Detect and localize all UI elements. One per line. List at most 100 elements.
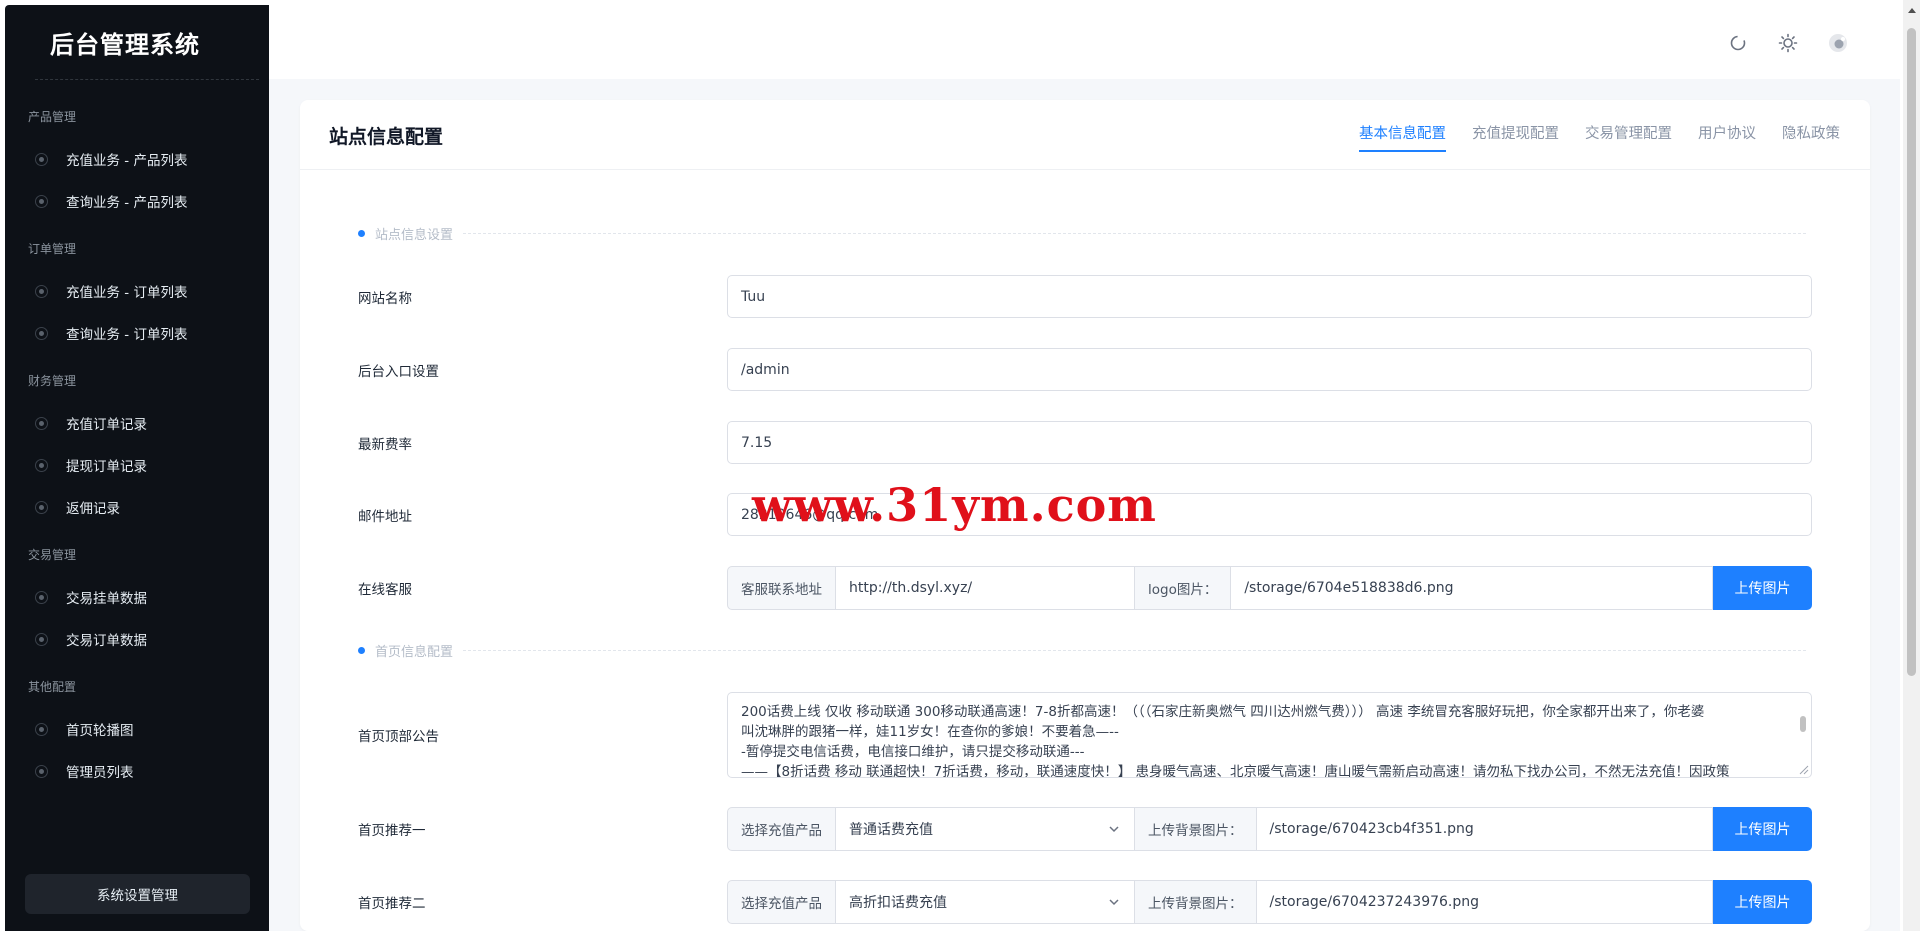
field-label: 在线客服 [358,582,412,598]
dot-icon [35,764,48,778]
row-admin-entry: 后台入口设置 /admin [358,348,1812,391]
section-title: 站点信息设置 [375,228,454,243]
email-input[interactable]: 28210646@qq.com [727,493,1812,536]
sidebar-item-query-orders[interactable]: 查询业务 - 订单列表 [5,312,269,354]
bg-image-addon: 上传背景图片： [1135,807,1257,851]
chevron-down-icon [1109,826,1119,833]
service-url-addon: 客服联系地址 [727,566,836,610]
service-input-group: 客服联系地址 http://th.dsyl.xyz/ logo图片： /stor… [727,566,1812,610]
sidebar-item-label: 充值业务 - 订单列表 [66,285,188,301]
notice-line: 200话费上线 仅收 移动联通 300移动联通高速！7-8折都高速！（（（石家庄… [741,704,1705,720]
section-site-info: 站点信息设置 [358,224,1806,243]
settings-card: 站点信息配置 基本信息配置 充值提现配置 交易管理配置 用户协议 隐私政策 站点… [300,100,1870,931]
upload-bg-button-1[interactable]: 上传图片 [1713,807,1812,851]
nav-group-title: 其他配置 [28,680,77,694]
sidebar-item-label: 查询业务 - 产品列表 [66,195,188,211]
sidebar-item-label: 交易订单数据 [66,633,147,649]
select-value: 普通话费充值 [849,822,933,838]
sidebar: 后台管理系统 产品管理 充值业务 - 产品列表 查询业务 - 产品列表 订单管理… [5,5,269,931]
dot-icon [35,458,48,472]
site-name-input[interactable]: Tuu [727,275,1812,318]
tab-recharge-withdraw[interactable]: 充值提现配置 [1472,122,1559,152]
sidebar-item-label: 返佣记录 [66,501,120,517]
row-notice: 首页顶部公告 200话费上线 仅收 移动联通 300移动联通高速！7-8折都高速… [358,692,1812,778]
textarea-scroll-thumb[interactable] [1800,716,1806,732]
logo-path-input[interactable]: /storage/6704e518838d6.png [1231,566,1713,610]
admin-entry-input[interactable]: /admin [727,348,1812,391]
topbar [269,5,1900,79]
page-scrollbar[interactable] [1903,0,1920,931]
dot-icon [35,416,48,430]
tab-privacy-policy[interactable]: 隐私政策 [1782,122,1840,152]
product-select-2[interactable]: 高折扣话费充值 [836,880,1135,924]
section-divider [463,650,1806,651]
rate-input[interactable]: 7.15 [727,421,1812,464]
nav-group-title: 订单管理 [28,242,77,256]
section-dot [358,647,365,654]
refresh-icon[interactable] [1726,31,1750,55]
row-email: 邮件地址 28210646@qq.com [358,493,1812,536]
brand-title: 后台管理系统 [50,30,200,59]
sun-icon[interactable] [1776,31,1800,55]
field-label: 首页推荐一 [358,823,426,839]
notice-line: 叫沈琳胖的跟猪一样，娃11岁女！在查你的爹娘！不要着急—-- [741,724,1119,740]
scroll-up-icon[interactable] [1908,8,1916,13]
dot-icon [35,284,48,298]
topbar-actions [1726,31,1850,55]
dot-icon [35,632,48,646]
sidebar-item-recharge-orders[interactable]: 充值业务 - 订单列表 [5,270,269,312]
dot-icon [35,152,48,166]
bg-image-path-input-1[interactable]: /storage/670423cb4f351.png [1256,807,1713,851]
bg-image-addon: 上传背景图片： [1135,880,1257,924]
sidebar-item-recharge-products[interactable]: 充值业务 - 产品列表 [5,138,269,180]
tab-user-agreement[interactable]: 用户协议 [1698,122,1756,152]
field-label: 首页顶部公告 [358,729,439,745]
tab-trade-config[interactable]: 交易管理配置 [1585,122,1672,152]
nav-group-title: 财务管理 [28,374,77,388]
notice-textarea[interactable]: 200话费上线 仅收 移动联通 300移动联通高速！7-8折都高速！（（（石家庄… [727,692,1812,778]
tab-bar: 基本信息配置 充值提现配置 交易管理配置 用户协议 隐私政策 [1359,122,1840,152]
recommend-2-input-group: 选择充值产品 高折扣话费充值 上传背景图片： /storage/67042372… [727,880,1812,924]
field-label: 最新费率 [358,436,412,453]
system-settings-button[interactable]: 系统设置管理 [25,874,250,914]
dot-icon [35,500,48,514]
upload-bg-button-2[interactable]: 上传图片 [1713,880,1812,924]
logo-addon: logo图片： [1135,566,1232,610]
sidebar-item-admins[interactable]: 管理员列表 [5,750,269,792]
sidebar-item-withdraw-records[interactable]: 提现订单记录 [5,444,269,486]
sidebar-item-trade-listings[interactable]: 交易挂单数据 [5,576,269,618]
nav-group-finance: 财务管理 充值订单记录 提现订单记录 返佣记录 [5,370,269,528]
row-recommend-2: 首页推荐二 选择充值产品 高折扣话费充值 上传背景图片： /storage/67… [358,880,1812,924]
section-divider [463,233,1806,234]
sidebar-item-label: 提现订单记录 [66,459,147,475]
row-rate: 最新费率 7.15 [358,421,1812,464]
notice-line: -暂停提交电信话费，电信接口维护，请只提交移动联通--- [741,744,1085,760]
nav-group-trade: 交易管理 交易挂单数据 交易订单数据 [5,544,269,660]
field-label: 邮件地址 [358,508,412,525]
resize-handle-icon[interactable] [1797,763,1809,775]
product-select-1[interactable]: 普通话费充值 [836,807,1135,851]
sidebar-item-rebate-records[interactable]: 返佣记录 [5,486,269,528]
bg-image-path-input-2[interactable]: /storage/6704237243976.png [1256,880,1713,924]
sidebar-item-label: 交易挂单数据 [66,591,147,607]
product-select-addon: 选择充值产品 [727,880,836,924]
page-scroll-thumb[interactable] [1907,28,1916,676]
upload-logo-button[interactable]: 上传图片 [1713,566,1812,610]
tab-basic-info[interactable]: 基本信息配置 [1359,122,1446,152]
section-home-info: 首页信息配置 [358,641,1806,660]
service-url-input[interactable]: http://th.dsyl.xyz/ [836,566,1135,610]
sidebar-item-trade-orders[interactable]: 交易订单数据 [5,618,269,660]
recommend-1-input-group: 选择充值产品 普通话费充值 上传背景图片： /storage/670423cb4… [727,807,1812,851]
sidebar-item-recharge-records[interactable]: 充值订单记录 [5,402,269,444]
row-site-name: 网站名称 Tuu [358,275,1812,318]
sidebar-item-query-products[interactable]: 查询业务 - 产品列表 [5,180,269,222]
field-label: 网站名称 [358,290,412,307]
sidebar-item-banners[interactable]: 首页轮播图 [5,708,269,750]
product-select-addon: 选择充值产品 [727,807,836,851]
field-label: 首页推荐二 [358,896,426,912]
moon-icon[interactable] [1826,31,1850,55]
dot-icon [35,194,48,208]
sidebar-item-label: 查询业务 - 订单列表 [66,327,188,343]
dot-icon [35,590,48,604]
row-recommend-1: 首页推荐一 选择充值产品 普通话费充值 上传背景图片： /storage/670… [358,807,1812,851]
